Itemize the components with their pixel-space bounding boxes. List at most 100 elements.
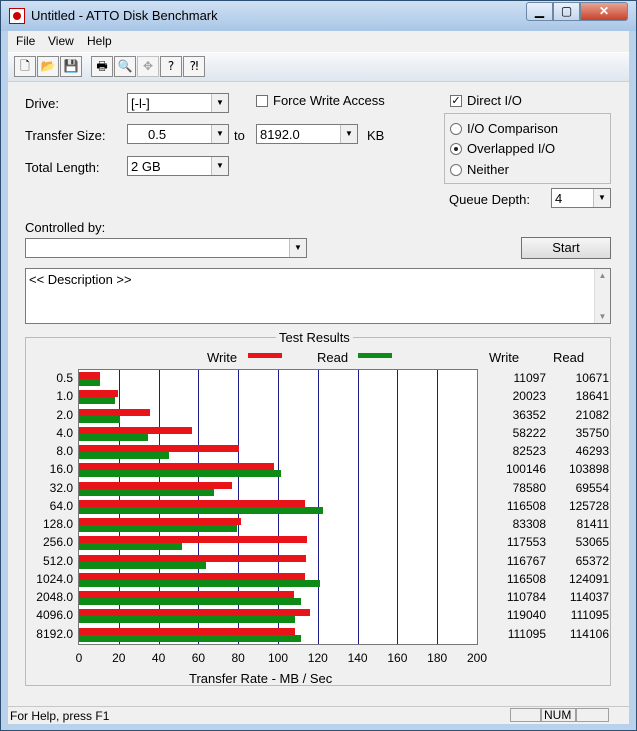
client-area: File View Help 🗋 📂 💾 🖶 🔍 ✥ ? ⁈ Drive: [-… bbox=[8, 31, 629, 724]
read-bar bbox=[79, 634, 301, 642]
write-bar bbox=[79, 554, 306, 562]
total-length-label: Total Length: bbox=[25, 160, 100, 175]
total-length-select[interactable]: 2 GB ▼ bbox=[127, 156, 229, 176]
legend-write-label: Write bbox=[207, 350, 238, 365]
write-value: 82523 bbox=[512, 444, 546, 459]
x-tick-label: 20 bbox=[112, 651, 126, 665]
move-icon[interactable]: ✥ bbox=[137, 56, 159, 77]
status-bar: For Help, press F1 NUM bbox=[8, 706, 629, 724]
write-value: 36352 bbox=[512, 407, 546, 422]
read-bar bbox=[79, 397, 116, 405]
menu-file[interactable]: File bbox=[16, 34, 35, 48]
chevron-down-icon[interactable]: ▼ bbox=[340, 125, 357, 143]
write-bar bbox=[79, 518, 241, 526]
chevron-down-icon[interactable]: ▼ bbox=[211, 125, 228, 143]
queue-depth-select[interactable]: 4 ▼ bbox=[551, 188, 611, 208]
unit-label: KB bbox=[367, 128, 385, 143]
context-help-icon[interactable]: ⁈ bbox=[183, 56, 205, 77]
y-tick-label: 128.0 bbox=[42, 517, 73, 532]
transfer-size-label: Transfer Size: bbox=[25, 128, 106, 143]
write-value: 116767 bbox=[506, 553, 546, 568]
drive-label: Drive: bbox=[25, 96, 59, 111]
read-value: 81411 bbox=[576, 517, 609, 532]
legend-write-swatch bbox=[248, 353, 282, 358]
read-bar bbox=[79, 525, 238, 533]
chevron-down-icon[interactable]: ▼ bbox=[289, 239, 306, 257]
read-value: 124091 bbox=[568, 571, 609, 586]
write-value: 83308 bbox=[512, 517, 546, 532]
transfer-from-select[interactable]: 0.5 ▼ bbox=[127, 124, 229, 144]
overlapped-io-label: Overlapped I/O bbox=[467, 141, 556, 156]
chevron-down-icon[interactable]: ▼ bbox=[211, 157, 228, 175]
transfer-from-value: 0.5 bbox=[148, 127, 167, 142]
x-axis-label: Transfer Rate - MB / Sec bbox=[189, 671, 333, 686]
y-tick-label: 0.5 bbox=[56, 371, 73, 385]
maximize-button[interactable]: ▢ bbox=[553, 2, 580, 21]
drive-select[interactable]: [-l-] ▼ bbox=[127, 93, 229, 113]
app-icon[interactable] bbox=[9, 8, 25, 24]
new-icon[interactable]: 🗋 bbox=[14, 56, 36, 77]
y-tick-label: 256.0 bbox=[42, 535, 73, 550]
io-comparison-label: I/O Comparison bbox=[467, 121, 559, 136]
force-write-checkbox[interactable] bbox=[256, 95, 268, 107]
close-button[interactable]: ✕ bbox=[580, 2, 628, 21]
write-value: 20023 bbox=[512, 389, 546, 404]
read-bar bbox=[79, 579, 321, 587]
write-bar bbox=[79, 481, 232, 489]
neither-label: Neither bbox=[467, 162, 509, 177]
status-scroll-box bbox=[576, 708, 609, 722]
read-bar bbox=[79, 616, 295, 624]
help-icon[interactable]: ? bbox=[160, 56, 182, 77]
open-icon[interactable]: 📂 bbox=[37, 56, 59, 77]
menu-view[interactable]: View bbox=[48, 34, 74, 48]
read-value: 35750 bbox=[575, 425, 609, 440]
io-comparison-radio[interactable] bbox=[450, 123, 462, 135]
read-value: 114037 bbox=[569, 590, 609, 605]
y-tick-label: 2048.0 bbox=[36, 590, 73, 605]
menu-help[interactable]: Help bbox=[87, 34, 112, 48]
controlled-by-select[interactable]: ▼ bbox=[25, 238, 307, 258]
direct-io-label: Direct I/O bbox=[467, 93, 522, 108]
write-value: 78580 bbox=[512, 480, 546, 495]
start-button[interactable]: Start bbox=[521, 237, 611, 259]
read-bar bbox=[79, 488, 215, 496]
y-tick-label: 32.0 bbox=[49, 480, 73, 495]
write-value: 111095 bbox=[507, 626, 546, 641]
neither-radio[interactable] bbox=[450, 164, 462, 176]
x-tick-label: 80 bbox=[231, 651, 245, 665]
y-tick-label: 16.0 bbox=[49, 462, 73, 477]
x-tick-label: 160 bbox=[387, 651, 408, 665]
read-value: 114106 bbox=[569, 626, 609, 641]
description-scrollbar[interactable]: ▲ ▼ bbox=[594, 269, 610, 323]
print-preview-icon[interactable]: 🔍 bbox=[114, 56, 136, 77]
read-bar bbox=[79, 506, 324, 514]
results-chart bbox=[78, 369, 478, 645]
write-bar bbox=[79, 499, 306, 507]
write-value: 58222 bbox=[512, 425, 546, 440]
read-bar bbox=[79, 598, 301, 606]
menu-bar: File View Help bbox=[8, 31, 629, 51]
print-icon[interactable]: 🖶 bbox=[91, 56, 113, 77]
direct-io-checkbox[interactable]: ✓ bbox=[450, 95, 462, 107]
read-bar bbox=[79, 379, 100, 386]
grid-line bbox=[397, 370, 399, 644]
overlapped-io-radio[interactable] bbox=[450, 143, 462, 155]
read-bar bbox=[79, 561, 206, 569]
write-bar bbox=[79, 408, 150, 416]
minimize-button[interactable]: ▁ bbox=[526, 2, 553, 21]
read-bar bbox=[79, 433, 149, 441]
status-caps-box bbox=[510, 708, 541, 722]
y-tick-label: 4096.0 bbox=[36, 608, 73, 623]
status-num-box: NUM bbox=[541, 708, 576, 722]
description-box[interactable]: << Description >> ▲ ▼ bbox=[25, 268, 611, 324]
force-write-label: Force Write Access bbox=[273, 93, 385, 108]
save-icon[interactable]: 💾 bbox=[60, 56, 82, 77]
chevron-down-icon[interactable]: ▼ bbox=[593, 189, 610, 207]
read-value: 69554 bbox=[575, 480, 609, 495]
queue-depth-label: Queue Depth: bbox=[449, 192, 530, 207]
write-bar bbox=[79, 536, 308, 544]
transfer-to-select[interactable]: 8192.0 ▼ bbox=[256, 124, 358, 144]
read-value: 111095 bbox=[570, 608, 609, 623]
status-help-text: For Help, press F1 bbox=[10, 709, 110, 723]
chevron-down-icon[interactable]: ▼ bbox=[211, 94, 228, 112]
